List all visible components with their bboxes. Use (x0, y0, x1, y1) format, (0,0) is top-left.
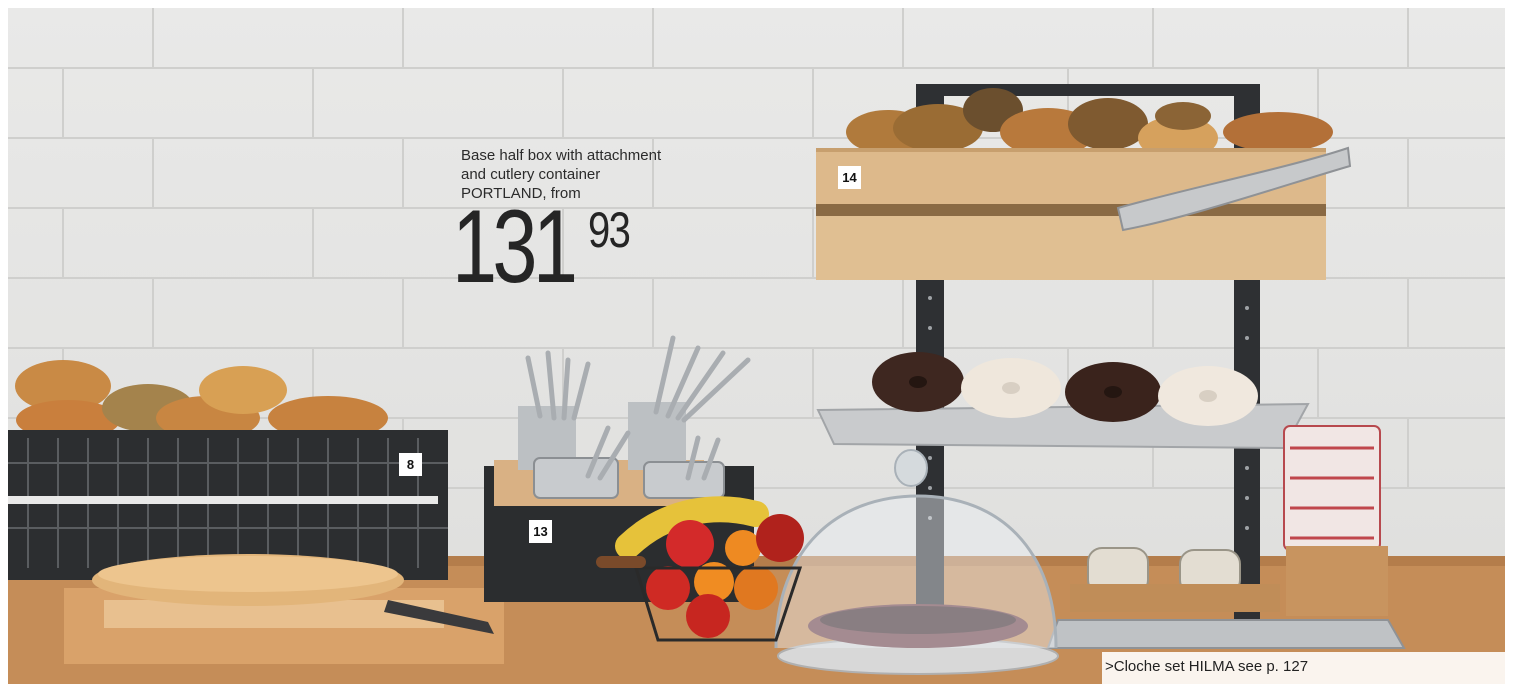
item-tag-cutlery-stand: 13 (529, 520, 552, 543)
catalog-page: Base half box with attachment and cutler… (0, 0, 1513, 692)
wooden-crate (816, 148, 1326, 280)
item-tag-bread-basket: 8 (399, 453, 422, 476)
price-decimal: 93 (588, 202, 631, 258)
cloche-with-tart (774, 449, 1059, 675)
caption-line-1: Base half box with attachment (461, 147, 662, 164)
pastries (15, 360, 388, 440)
napkin-roll (1283, 425, 1381, 551)
product-photo: Base half box with attachment and cutler… (8, 8, 1505, 684)
cross-reference-note: >Cloche set HILMA see p. 127 (1102, 652, 1508, 684)
price: 131 93 (452, 189, 631, 305)
caption-line-2: and cutlery container (461, 166, 601, 183)
item-tag-tiered-rack: 14 (838, 166, 861, 189)
price-integer: 131 (452, 189, 578, 305)
buffet-scene (8, 8, 1505, 684)
